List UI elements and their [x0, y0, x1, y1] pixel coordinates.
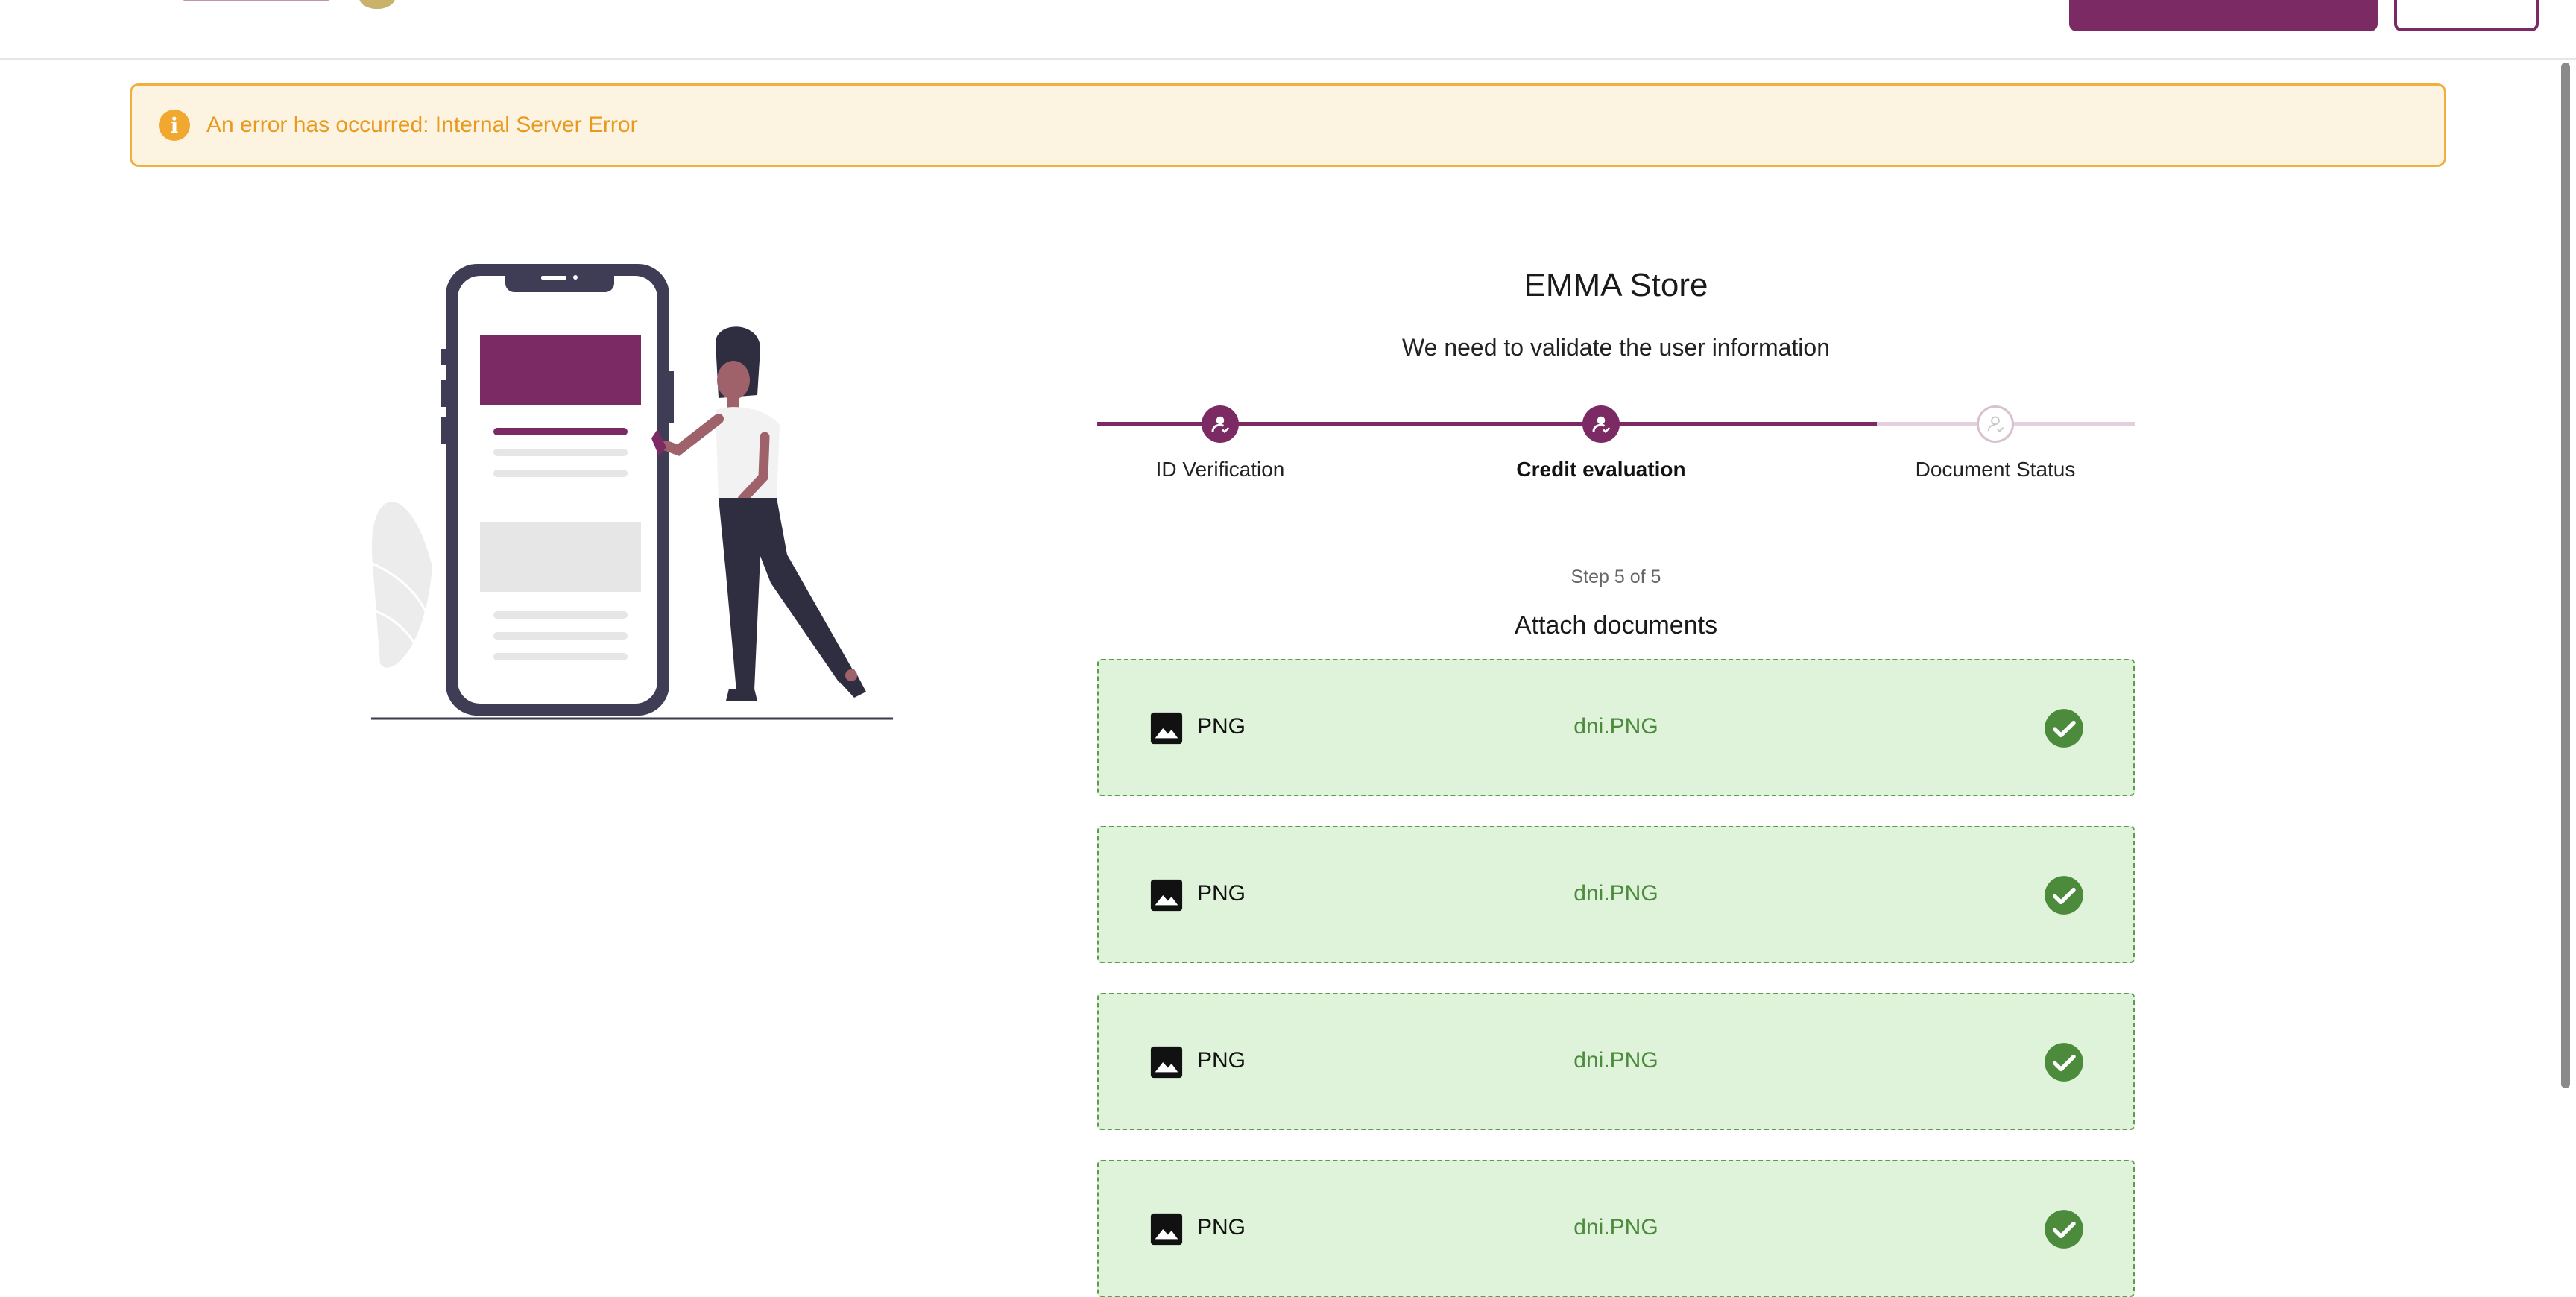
emma-logo[interactable] [157, 0, 338, 4]
step-label: Credit evaluation [1516, 458, 1686, 481]
step-counter: Step 5 of 5 [1570, 567, 1661, 587]
language-globe-icon[interactable] [359, 0, 395, 9]
file-name: dni.PNG [1573, 714, 1658, 739]
file-name: dni.PNG [1573, 881, 1658, 906]
user-check-icon [1211, 416, 1230, 434]
step-node-credit-evaluation[interactable] [1582, 405, 1620, 443]
secondary-header-button[interactable] [2394, 0, 2539, 31]
check-circle-icon [2045, 1043, 2083, 1082]
info-icon: i [159, 110, 190, 141]
user-check-icon [1987, 416, 2004, 433]
error-alert: i An error has occurred: Internal Server… [130, 83, 2446, 167]
check-circle-icon [2045, 1210, 2083, 1249]
step-label: ID Verification [1155, 458, 1285, 481]
check-circle-icon [2045, 876, 2083, 915]
progress-stepper: ID Verification Credit evaluation Docume… [1097, 403, 2135, 492]
file-name: dni.PNG [1573, 1048, 1658, 1073]
step-node-id-verification[interactable] [1202, 405, 1239, 443]
woman-figure [651, 326, 866, 701]
document-upload-card[interactable]: PNG dni.PNG [1097, 659, 2135, 796]
section-title: Attach documents [1514, 611, 1718, 640]
page-subtitle: We need to validate the user information [1402, 334, 1830, 361]
top-navbar [0, 0, 2576, 60]
user-check-icon [1592, 416, 1611, 434]
smartphone [441, 264, 674, 716]
error-alert-message: An error has occurred: Internal Server E… [206, 113, 638, 137]
step-node-document-status[interactable] [1977, 405, 2014, 443]
store-title: EMMA Store [1524, 267, 1708, 303]
check-circle-icon [2045, 709, 2083, 748]
file-name: dni.PNG [1573, 1215, 1658, 1240]
document-upload-card[interactable]: PNG dni.PNG [1097, 993, 2135, 1130]
document-upload-card[interactable]: PNG dni.PNG [1097, 1160, 2135, 1297]
leaf-decoration [371, 502, 435, 668]
phone-illustration [371, 264, 893, 720]
vertical-scrollbar[interactable] [2561, 63, 2570, 1088]
step-label: Document Status [1915, 458, 2076, 481]
primary-header-button[interactable] [2069, 0, 2378, 31]
document-upload-card[interactable]: PNG dni.PNG [1097, 826, 2135, 963]
